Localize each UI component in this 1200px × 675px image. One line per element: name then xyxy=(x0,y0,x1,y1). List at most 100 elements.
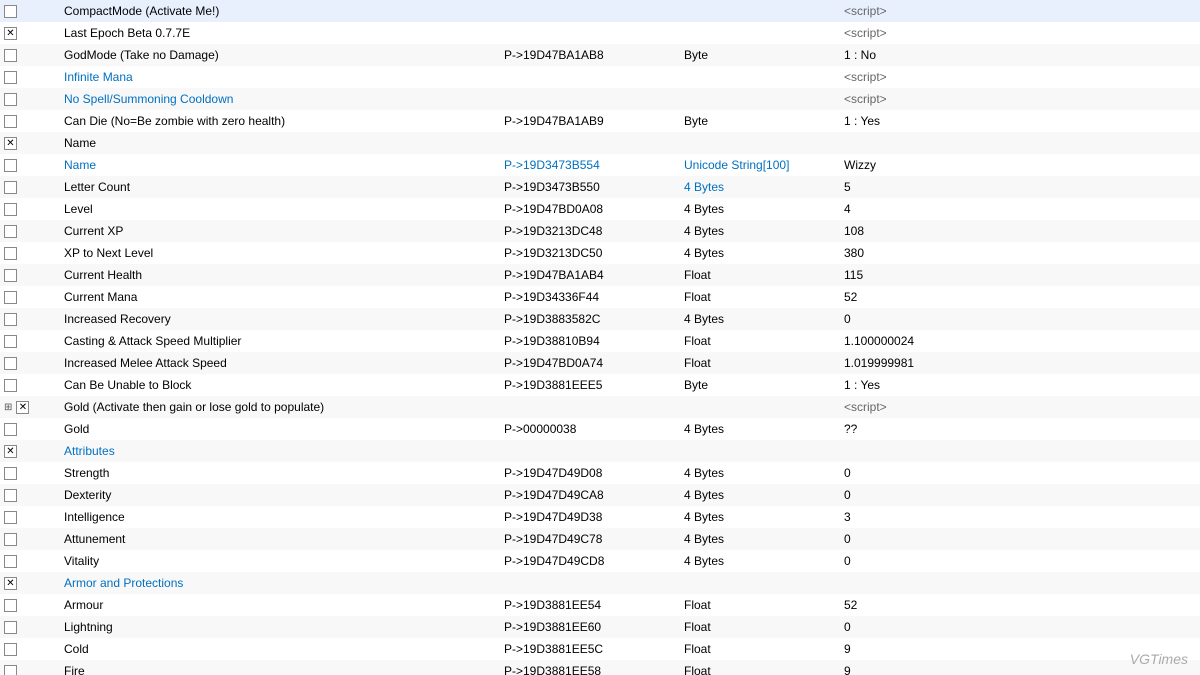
address-cell: P->19D3883582C xyxy=(500,308,680,330)
check-cell[interactable] xyxy=(0,418,60,440)
checkbox[interactable] xyxy=(4,621,17,634)
table-row[interactable]: Increased RecoveryP->19D3883582C4 Bytes0 xyxy=(0,308,1200,330)
check-cell[interactable] xyxy=(0,506,60,528)
check-cell[interactable] xyxy=(0,132,60,154)
check-cell[interactable] xyxy=(0,44,60,66)
checkbox[interactable] xyxy=(4,445,17,458)
check-cell[interactable] xyxy=(0,374,60,396)
checkbox[interactable] xyxy=(4,665,17,675)
table-row[interactable]: Can Be Unable to BlockP->19D3881EEE5Byte… xyxy=(0,374,1200,396)
check-cell[interactable] xyxy=(0,176,60,198)
checkbox[interactable] xyxy=(4,467,17,480)
table-row[interactable]: LightningP->19D3881EE60Float0 xyxy=(0,616,1200,638)
check-cell[interactable] xyxy=(0,660,60,675)
table-row[interactable]: Casting & Attack Speed MultiplierP->19D3… xyxy=(0,330,1200,352)
table-row[interactable]: Can Die (No=Be zombie with zero health)P… xyxy=(0,110,1200,132)
checkbox[interactable] xyxy=(4,269,17,282)
type-cell: Float xyxy=(680,660,840,675)
check-cell[interactable] xyxy=(0,286,60,308)
checkbox[interactable] xyxy=(4,93,17,106)
table-row[interactable]: GodMode (Take no Damage)P->19D47BA1AB8By… xyxy=(0,44,1200,66)
table-row[interactable]: Name xyxy=(0,132,1200,154)
table-row[interactable]: GoldP->000000384 Bytes?? xyxy=(0,418,1200,440)
check-cell[interactable] xyxy=(0,220,60,242)
check-cell[interactable] xyxy=(0,440,60,462)
check-cell[interactable] xyxy=(0,528,60,550)
check-cell[interactable] xyxy=(0,154,60,176)
check-cell[interactable] xyxy=(0,330,60,352)
table-row[interactable]: IntelligenceP->19D47D49D384 Bytes3 xyxy=(0,506,1200,528)
check-cell[interactable] xyxy=(0,572,60,594)
table-row[interactable]: Last Epoch Beta 0.7.7E<script> xyxy=(0,22,1200,44)
checkbox[interactable] xyxy=(4,71,17,84)
checkbox[interactable] xyxy=(4,203,17,216)
check-cell[interactable] xyxy=(0,88,60,110)
checkbox[interactable] xyxy=(4,49,17,62)
table-row[interactable]: Current XPP->19D3213DC484 Bytes108 xyxy=(0,220,1200,242)
checkbox[interactable] xyxy=(4,225,17,238)
check-cell[interactable] xyxy=(0,242,60,264)
table-row[interactable]: Increased Melee Attack SpeedP->19D47BD0A… xyxy=(0,352,1200,374)
checkbox[interactable] xyxy=(4,555,17,568)
check-cell[interactable] xyxy=(0,352,60,374)
checkbox[interactable] xyxy=(4,643,17,656)
checkbox[interactable] xyxy=(4,489,17,502)
check-cell[interactable] xyxy=(0,616,60,638)
checkbox[interactable] xyxy=(4,577,17,590)
checkbox[interactable] xyxy=(4,357,17,370)
check-cell[interactable] xyxy=(0,550,60,572)
checkbox[interactable] xyxy=(4,159,17,172)
checkbox[interactable] xyxy=(4,181,17,194)
value-cell xyxy=(840,572,1200,594)
table-row[interactable]: Current HealthP->19D47BA1AB4Float115 xyxy=(0,264,1200,286)
checkbox[interactable] xyxy=(4,291,17,304)
table-row[interactable]: FireP->19D3881EE58Float9 xyxy=(0,660,1200,675)
check-cell[interactable] xyxy=(0,110,60,132)
check-cell[interactable] xyxy=(0,308,60,330)
value-cell: 1 : Yes xyxy=(840,374,1200,396)
check-cell[interactable] xyxy=(0,462,60,484)
table-row[interactable]: VitalityP->19D47D49CD84 Bytes0 xyxy=(0,550,1200,572)
check-cell[interactable] xyxy=(0,198,60,220)
checkbox[interactable] xyxy=(16,401,29,414)
check-cell[interactable] xyxy=(0,66,60,88)
checkbox[interactable] xyxy=(4,313,17,326)
table-row[interactable]: DexterityP->19D47D49CA84 Bytes0 xyxy=(0,484,1200,506)
cheat-table-container[interactable]: CompactMode (Activate Me!)<script>Last E… xyxy=(0,0,1200,675)
checkbox[interactable] xyxy=(4,247,17,260)
table-row[interactable]: Armor and Protections xyxy=(0,572,1200,594)
checkbox[interactable] xyxy=(4,115,17,128)
checkbox[interactable] xyxy=(4,335,17,348)
table-row[interactable]: Attributes xyxy=(0,440,1200,462)
checkbox[interactable] xyxy=(4,599,17,612)
table-row[interactable]: Letter CountP->19D3473B5504 Bytes5 xyxy=(0,176,1200,198)
table-row[interactable]: No Spell/Summoning Cooldown<script> xyxy=(0,88,1200,110)
check-cell[interactable] xyxy=(0,0,60,22)
address-cell: P->19D47BA1AB9 xyxy=(500,110,680,132)
checkbox[interactable] xyxy=(4,511,17,524)
table-row[interactable]: ArmourP->19D3881EE54Float52 xyxy=(0,594,1200,616)
table-row[interactable]: NameP->19D3473B554Unicode String[100]Wiz… xyxy=(0,154,1200,176)
table-row[interactable]: StrengthP->19D47D49D084 Bytes0 xyxy=(0,462,1200,484)
table-row[interactable]: ⊞Gold (Activate then gain or lose gold t… xyxy=(0,396,1200,418)
checkbox[interactable] xyxy=(4,533,17,546)
table-row[interactable]: Infinite Mana<script> xyxy=(0,66,1200,88)
check-cell[interactable]: ⊞ xyxy=(0,396,60,418)
checkbox[interactable] xyxy=(4,5,17,18)
check-cell[interactable] xyxy=(0,638,60,660)
checkbox[interactable] xyxy=(4,423,17,436)
checkbox[interactable] xyxy=(4,137,17,150)
checkbox[interactable] xyxy=(4,27,17,40)
table-row[interactable]: CompactMode (Activate Me!)<script> xyxy=(0,0,1200,22)
table-row[interactable]: AttunementP->19D47D49C784 Bytes0 xyxy=(0,528,1200,550)
checkbox[interactable] xyxy=(4,379,17,392)
check-cell[interactable] xyxy=(0,22,60,44)
table-row[interactable]: LevelP->19D47BD0A084 Bytes4 xyxy=(0,198,1200,220)
table-row[interactable]: ColdP->19D3881EE5CFloat9 xyxy=(0,638,1200,660)
table-row[interactable]: Current ManaP->19D34336F44Float52 xyxy=(0,286,1200,308)
table-row[interactable]: XP to Next LevelP->19D3213DC504 Bytes380 xyxy=(0,242,1200,264)
check-cell[interactable] xyxy=(0,594,60,616)
expand-icon[interactable]: ⊞ xyxy=(4,402,12,413)
check-cell[interactable] xyxy=(0,484,60,506)
check-cell[interactable] xyxy=(0,264,60,286)
